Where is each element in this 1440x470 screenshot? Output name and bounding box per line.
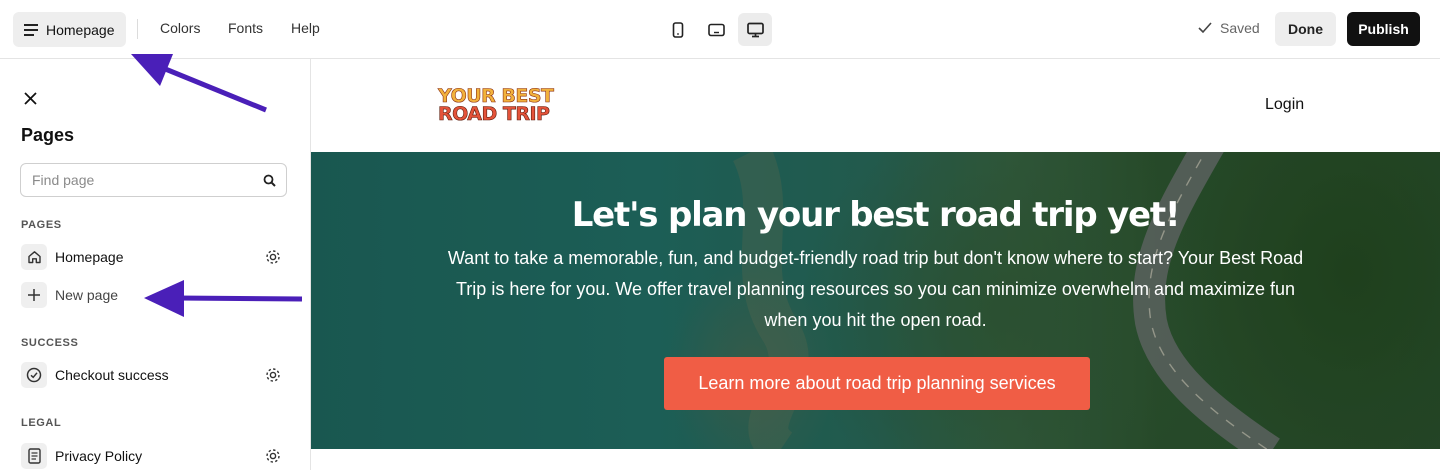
sidebar-item-label: Homepage bbox=[55, 249, 124, 265]
close-icon[interactable] bbox=[21, 89, 41, 109]
section-label-success: SUCCESS bbox=[21, 337, 79, 349]
search-input[interactable] bbox=[21, 164, 286, 196]
desktop-icon bbox=[746, 22, 764, 37]
site-header: YOUR BEST ROAD TRIP Login bbox=[311, 59, 1440, 152]
page-selector-button[interactable]: Homepage bbox=[13, 12, 126, 47]
checkmark-icon bbox=[1198, 22, 1212, 34]
gear-icon[interactable] bbox=[264, 447, 282, 465]
page-selector-label: Homepage bbox=[46, 21, 115, 38]
sidebar-item-new-page[interactable]: New page bbox=[21, 281, 287, 309]
gear-icon[interactable] bbox=[264, 248, 282, 266]
desktop-view-button[interactable] bbox=[738, 13, 772, 46]
section-label-legal: LEGAL bbox=[21, 417, 62, 429]
document-icon-box bbox=[21, 443, 47, 469]
sidebar-item-label: Privacy Policy bbox=[55, 448, 143, 464]
gear-icon[interactable] bbox=[264, 366, 282, 384]
hero-section: Let's plan your best road trip yet! Want… bbox=[311, 152, 1440, 449]
check-circle-icon-box bbox=[21, 362, 47, 388]
sidebar-item-checkout-success[interactable]: Checkout success bbox=[21, 361, 287, 389]
colors-link[interactable]: Colors bbox=[160, 20, 200, 36]
logo-line-2: ROAD TRIP bbox=[438, 103, 551, 125]
toolbar-divider bbox=[137, 19, 138, 39]
page-search bbox=[20, 163, 287, 197]
help-link[interactable]: Help bbox=[291, 20, 320, 36]
sidebar-title: Pages bbox=[21, 125, 75, 145]
mobile-icon bbox=[672, 21, 684, 38]
done-button[interactable]: Done bbox=[1275, 12, 1336, 46]
sidebar-item-privacy-policy[interactable]: Privacy Policy bbox=[21, 442, 287, 470]
hero-description: Want to take a memorable, fun, and budge… bbox=[447, 248, 1304, 330]
section-label-pages: PAGES bbox=[21, 219, 62, 231]
cta-button[interactable]: Learn more about road trip planning serv… bbox=[664, 357, 1090, 410]
save-status: Saved bbox=[1198, 20, 1260, 36]
plus-icon-box bbox=[21, 282, 47, 308]
site-logo[interactable]: YOUR BEST ROAD TRIP bbox=[438, 86, 555, 125]
document-icon bbox=[27, 448, 41, 464]
mobile-view-button[interactable] bbox=[661, 13, 695, 46]
sidebar-item-label: New page bbox=[55, 287, 119, 303]
plus-icon bbox=[28, 289, 40, 301]
login-link[interactable]: Login bbox=[1265, 96, 1304, 114]
search-icon bbox=[263, 174, 276, 187]
publish-button[interactable]: Publish bbox=[1347, 12, 1420, 46]
check-circle-icon bbox=[26, 367, 42, 383]
pages-sidebar: Pages PAGES Homepage New page SUCCESS Ch… bbox=[0, 59, 311, 470]
sidebar-item-homepage[interactable]: Homepage bbox=[21, 243, 287, 271]
home-icon bbox=[27, 251, 41, 264]
sidebar-item-label: Checkout success bbox=[55, 367, 169, 383]
tablet-icon bbox=[707, 23, 725, 36]
tablet-view-button[interactable] bbox=[699, 13, 733, 46]
site-preview: YOUR BEST ROAD TRIP Login Let's plan you… bbox=[311, 59, 1440, 470]
fonts-link[interactable]: Fonts bbox=[228, 20, 263, 36]
menu-icon bbox=[24, 23, 38, 36]
editor-toolbar: Homepage Colors Fonts Help Saved Done Pu… bbox=[0, 0, 1440, 59]
hero-title: Let's plan your best road trip yet! bbox=[571, 195, 1181, 235]
save-status-label: Saved bbox=[1220, 20, 1260, 36]
home-icon-box bbox=[21, 244, 47, 270]
